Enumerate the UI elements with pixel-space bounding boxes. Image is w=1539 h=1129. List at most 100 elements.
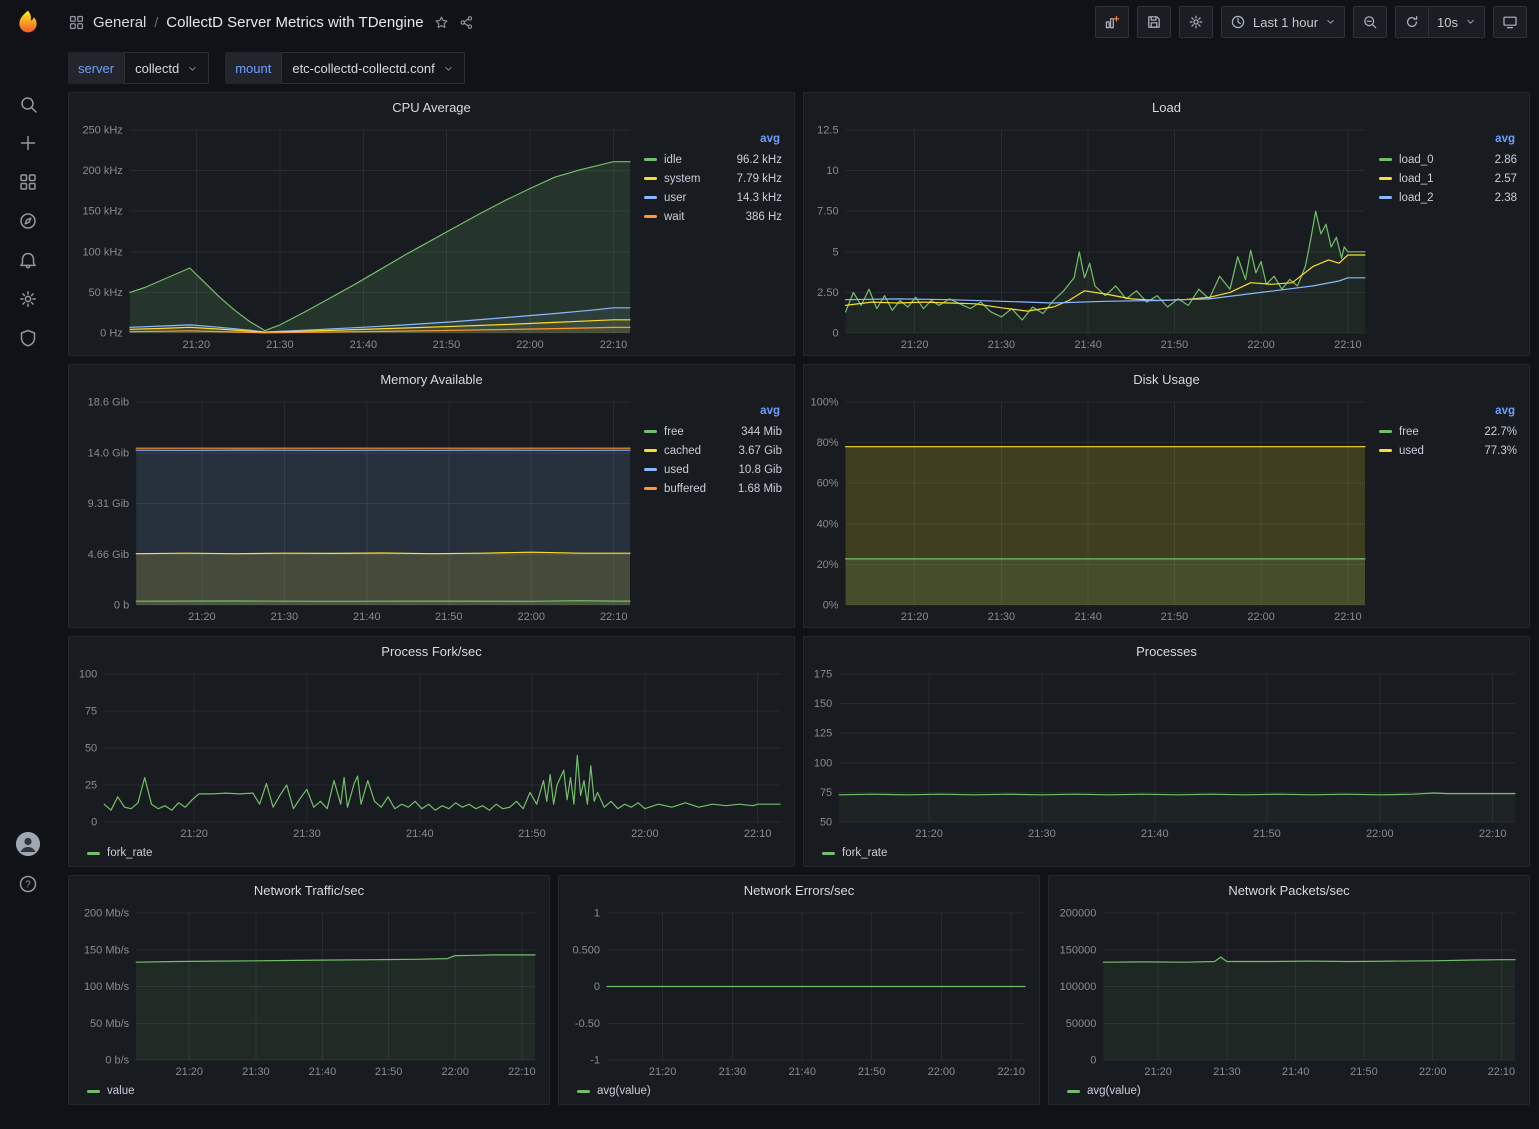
legend-item-cached[interactable]: cached3.67 Gib (644, 441, 782, 460)
variable-label-mount: mount (225, 52, 281, 84)
svg-text:22:00: 22:00 (631, 828, 659, 840)
breadcrumb-separator: / (154, 14, 158, 30)
legend-item-buffered[interactable]: buffered1.68 Mib (644, 479, 782, 498)
disk-usage-chart[interactable]: 21:2021:3021:4021:5022:0022:100%20%40%60… (808, 393, 1373, 625)
legend-item-avg(value)[interactable]: avg(value) (577, 1080, 651, 1102)
svg-text:50 Mb/s: 50 Mb/s (90, 1018, 130, 1030)
legend-series-avg-value: 7.79 kHz (737, 173, 782, 185)
legend-item-load_1[interactable]: load_12.57 (1379, 169, 1517, 188)
tv-mode-button[interactable] (1493, 6, 1527, 38)
legend-item-avg(value)[interactable]: avg(value) (1067, 1080, 1141, 1102)
breadcrumb-folder[interactable]: General (93, 14, 146, 31)
star-icon[interactable] (434, 15, 449, 30)
legend-swatch (644, 487, 657, 490)
svg-text:10: 10 (826, 165, 838, 177)
share-icon[interactable] (459, 15, 474, 30)
svg-text:125: 125 (814, 728, 832, 740)
svg-text:5: 5 (832, 246, 838, 258)
left-sidebar: ? (0, 0, 56, 1129)
svg-text:200000: 200000 (1060, 908, 1097, 920)
svg-text:100: 100 (814, 757, 832, 769)
svg-text:100: 100 (79, 669, 97, 681)
network-traffic-chart[interactable]: 21:2021:3021:4021:5022:0022:100 b/s50 Mb… (73, 904, 543, 1080)
svg-text:4.66 Gib: 4.66 Gib (88, 549, 130, 561)
variable-value-server[interactable]: collectd (124, 52, 209, 84)
legend-item-wait[interactable]: wait386 Hz (644, 207, 782, 226)
svg-text:21:50: 21:50 (1350, 1066, 1378, 1078)
legend-item-load_0[interactable]: load_02.86 (1379, 150, 1517, 169)
panel-title-network-packets[interactable]: Network Packets/sec (1049, 876, 1529, 904)
legend-item-value[interactable]: value (87, 1080, 135, 1102)
processes-chart[interactable]: 21:2021:3021:4021:5022:0022:105075100125… (808, 665, 1523, 842)
alerting-bell-icon[interactable] (16, 248, 40, 272)
legend-series-name: used (1399, 445, 1477, 457)
grafana-logo[interactable] (0, 0, 56, 44)
legend-item-user[interactable]: user14.3 kHz (644, 188, 782, 207)
load-chart[interactable]: 21:2021:3021:4021:5022:0022:1002.5057.50… (808, 121, 1373, 353)
legend-item-fork_rate[interactable]: fork_rate (87, 842, 152, 864)
legend-item-system[interactable]: system7.79 kHz (644, 169, 782, 188)
explore-compass-icon[interactable] (16, 209, 40, 233)
panel-network-errors: Network Errors/sec 21:2021:3021:4021:502… (558, 875, 1040, 1105)
save-dashboard-button[interactable] (1137, 6, 1171, 38)
legend-series-avg-value: 386 Hz (746, 211, 782, 223)
panel-title-disk-usage[interactable]: Disk Usage (804, 365, 1529, 393)
dashboards-icon[interactable] (16, 170, 40, 194)
chevron-down-icon (187, 63, 198, 74)
zoom-out-button[interactable] (1353, 6, 1387, 38)
legend-item-free[interactable]: free22.7% (1379, 422, 1517, 441)
cpu-average-chart[interactable]: 21:2021:3021:4021:5022:0022:100 Hz50 kHz… (73, 121, 638, 353)
legend-swatch (644, 468, 657, 471)
panel-title-processes[interactable]: Processes (804, 637, 1529, 665)
dashboard-settings-button[interactable] (1179, 6, 1213, 38)
svg-text:50: 50 (85, 743, 97, 755)
time-range-picker[interactable]: Last 1 hour (1221, 6, 1345, 38)
svg-text:21:40: 21:40 (1074, 339, 1102, 351)
svg-text:150000: 150000 (1060, 944, 1097, 956)
network-packets-chart[interactable]: 21:2021:3021:4021:5022:0022:100500001000… (1053, 904, 1523, 1080)
legend-item-load_2[interactable]: load_22.38 (1379, 188, 1517, 207)
panel-title-network-traffic[interactable]: Network Traffic/sec (69, 876, 549, 904)
load-legend: avgload_02.86load_12.57load_22.38 (1373, 121, 1523, 353)
legend-item-free[interactable]: free344 Mib (644, 422, 782, 441)
svg-text:21:20: 21:20 (175, 1066, 203, 1078)
svg-text:175: 175 (814, 669, 832, 681)
variable-value-mount[interactable]: etc-collectd-collectd.conf (281, 52, 464, 84)
svg-text:22:10: 22:10 (1479, 828, 1507, 840)
panel-title-process-fork[interactable]: Process Fork/sec (69, 637, 794, 665)
panel-title-memory-available[interactable]: Memory Available (69, 365, 794, 393)
panel-title-network-errors[interactable]: Network Errors/sec (559, 876, 1039, 904)
refresh-button[interactable] (1395, 6, 1429, 38)
legend-series-name: value (107, 1085, 135, 1097)
legend-swatch (1067, 1090, 1080, 1093)
refresh-interval-dropdown[interactable]: 10s (1428, 6, 1485, 38)
legend-item-fork_rate[interactable]: fork_rate (822, 842, 887, 864)
svg-text:21:50: 21:50 (1161, 339, 1189, 351)
help-icon[interactable]: ? (16, 872, 40, 896)
user-avatar[interactable] (16, 832, 40, 856)
server-admin-shield-icon[interactable] (16, 326, 40, 350)
legend-swatch (644, 177, 657, 180)
legend-series-name: free (1399, 426, 1477, 438)
add-panel-button[interactable] (1095, 6, 1129, 38)
legend-item-used[interactable]: used77.3% (1379, 441, 1517, 460)
chevron-down-icon (443, 63, 454, 74)
search-icon[interactable] (16, 92, 40, 116)
legend-swatch (644, 430, 657, 433)
panel-title-cpu-average[interactable]: CPU Average (69, 93, 794, 121)
svg-text:75: 75 (85, 706, 97, 718)
svg-text:200 kHz: 200 kHz (82, 165, 122, 177)
disk-usage-legend: avgfree22.7%used77.3% (1373, 393, 1523, 625)
configuration-gear-icon[interactable] (16, 287, 40, 311)
legend-item-idle[interactable]: idle96.2 kHz (644, 150, 782, 169)
create-icon[interactable] (16, 131, 40, 155)
process-fork-chart[interactable]: 21:2021:3021:4021:5022:0022:100255075100 (73, 665, 788, 842)
network-errors-chart[interactable]: 21:2021:3021:4021:5022:0022:10-1-0.5000.… (563, 904, 1033, 1080)
panel-network-packets: Network Packets/sec 21:2021:3021:4021:50… (1048, 875, 1530, 1105)
panel-disk-usage: Disk Usage 21:2021:3021:4021:5022:0022:1… (803, 364, 1530, 628)
legend-item-used[interactable]: used10.8 Gib (644, 460, 782, 479)
legend-series-name: load_0 (1399, 154, 1488, 166)
cpu-average-legend: avgidle96.2 kHzsystem7.79 kHzuser14.3 kH… (638, 121, 788, 353)
panel-title-load[interactable]: Load (804, 93, 1529, 121)
memory-available-chart[interactable]: 21:2021:3021:4021:5022:0022:100 b4.66 Gi… (73, 393, 638, 625)
